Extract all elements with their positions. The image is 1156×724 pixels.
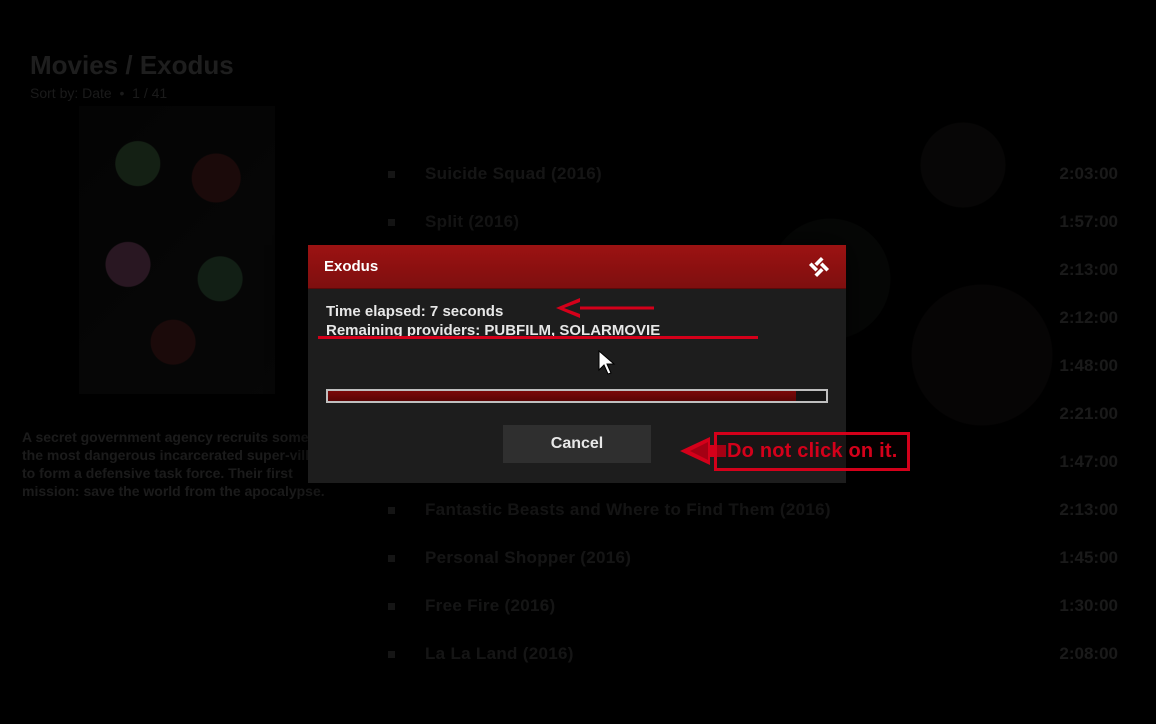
movie-duration: 2:03:00 (1059, 164, 1118, 184)
movie-title: Split (2016) (425, 212, 519, 232)
list-item[interactable]: Fantastic Beasts and Where to Find Them … (388, 486, 1118, 534)
bullet-icon (388, 555, 395, 562)
movie-duration: 2:13:00 (1059, 260, 1118, 280)
movie-duration: 2:12:00 (1059, 308, 1118, 328)
cancel-button[interactable]: Cancel (503, 425, 651, 463)
movie-duration: 1:57:00 (1059, 212, 1118, 232)
movie-title: Fantastic Beasts and Where to Find Them … (425, 500, 831, 520)
bullet-icon (388, 651, 395, 658)
list-item[interactable]: La La Land (2016) 2:08:00 (388, 630, 1118, 678)
movie-duration: 1:48:00 (1059, 356, 1118, 376)
movie-title: Suicide Squad (2016) (425, 164, 602, 184)
progress-track (326, 389, 828, 403)
movie-duration: 1:45:00 (1059, 548, 1118, 568)
list-item[interactable]: Split (2016) 1:57:00 (388, 198, 1118, 246)
bullet-icon (388, 507, 395, 514)
movie-duration: 1:47:00 (1059, 452, 1118, 472)
bullet-icon (388, 603, 395, 610)
annotation-callout: Do not click on it. (714, 432, 910, 471)
bullet-icon (388, 219, 395, 226)
list-item[interactable]: Personal Shopper (2016) 1:45:00 (388, 534, 1118, 582)
bullet-icon (388, 171, 395, 178)
progress-fill (328, 391, 796, 401)
movie-title: Free Fire (2016) (425, 596, 555, 616)
movie-title: La La Land (2016) (425, 644, 574, 664)
list-item[interactable]: Suicide Squad (2016) 2:03:00 (388, 150, 1118, 198)
time-elapsed-label: Time elapsed: 7 seconds (326, 303, 828, 320)
movie-duration: 2:21:00 (1059, 404, 1118, 424)
page-position: 1 / 41 (132, 85, 167, 101)
remaining-providers-label: Remaining providers: PUBFILM, SOLARMOVIE (326, 322, 828, 339)
movie-poster (78, 105, 276, 395)
sort-label: Sort by: Date (30, 85, 112, 101)
movie-duration: 2:13:00 (1059, 500, 1118, 520)
kodi-icon (808, 256, 830, 278)
dialog-header: Exodus (308, 245, 846, 289)
page-title: Movies / Exodus (30, 50, 234, 81)
sort-info: Sort by: Date • 1 / 41 (30, 85, 234, 101)
movie-duration: 2:08:00 (1059, 644, 1118, 664)
breadcrumb: Movies / Exodus Sort by: Date • 1 / 41 (30, 50, 234, 101)
synopsis-text: A secret government agency recruits some… (22, 428, 342, 500)
movie-duration: 1:30:00 (1059, 596, 1118, 616)
progress-bar-container (326, 389, 828, 403)
list-item[interactable]: Free Fire (2016) 1:30:00 (388, 582, 1118, 630)
dialog-title: Exodus (324, 258, 378, 275)
movie-title: Personal Shopper (2016) (425, 548, 631, 568)
